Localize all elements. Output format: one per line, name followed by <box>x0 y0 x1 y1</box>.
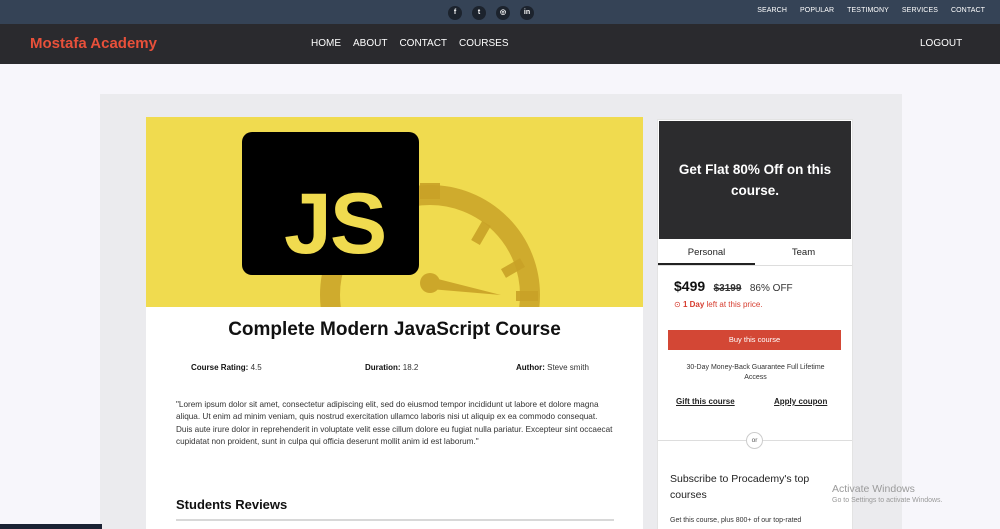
activate-windows-watermark: Activate Windows Go to Settings to activ… <box>832 483 943 504</box>
top-links: SEARCH POPULAR TESTIMONY SERVICES CONTAC… <box>757 7 985 14</box>
course-title: Complete Modern JavaScript Course <box>228 319 561 340</box>
original-price: $3199 <box>713 283 742 294</box>
watermark-line1: Activate Windows <box>832 483 915 495</box>
main-navbar: Mostafa Academy HOME ABOUT CONTACT COURS… <box>0 24 1000 64</box>
price-block: $499 $3199 86% OFF <box>674 278 793 296</box>
author-label: Author: <box>516 363 545 372</box>
course-hero-image: JS <box>146 117 643 307</box>
top-link-testimony[interactable]: TESTIMONY <box>847 7 889 14</box>
author-value: Steve smith <box>547 363 589 372</box>
reviews-heading: Students Reviews <box>176 497 288 512</box>
facebook-icon[interactable]: f <box>448 6 462 20</box>
reviews-divider <box>176 519 614 521</box>
discount-percent: 86% OFF <box>749 283 793 294</box>
apply-coupon-link[interactable]: Apply coupon <box>774 397 827 406</box>
course-card: JS Complete Modern JavaScript Course Cou… <box>146 117 643 529</box>
top-link-contact[interactable]: CONTACT <box>951 7 985 14</box>
nav-home[interactable]: HOME <box>311 38 341 49</box>
top-link-services[interactable]: SERVICES <box>902 7 938 14</box>
urgency-text: left at this price. <box>704 300 763 309</box>
duration-label: Duration: <box>365 363 401 372</box>
tab-team[interactable]: Team <box>755 242 852 265</box>
nav-contact[interactable]: CONTACT <box>399 38 447 49</box>
social-links: f t ◎ in <box>448 6 534 20</box>
subscribe-text: Get this course, plus 800+ of our top-ra… <box>670 517 802 524</box>
linkedin-icon[interactable]: in <box>520 6 534 20</box>
course-rating: Course Rating: 4.5 <box>191 363 262 372</box>
watermark-line2: Go to Settings to activate Windows. <box>832 497 943 504</box>
current-price: $499 <box>674 278 706 294</box>
clock-icon: ⊙ <box>674 300 681 309</box>
nav-courses[interactable]: COURSES <box>459 38 508 49</box>
js-logo-text: JS <box>284 176 387 272</box>
urgency-note: ⊙ 1 Day left at this price. <box>674 300 763 309</box>
guarantee-text: 30-Day Money-Back Guarantee Full Lifetim… <box>686 364 825 381</box>
course-description: "Lorem ipsum dolor sit amet, consectetur… <box>176 400 613 446</box>
duration-value: 18.2 <box>402 363 419 372</box>
pricing-tabs: Personal Team <box>658 242 852 266</box>
nav-about[interactable]: ABOUT <box>353 38 387 49</box>
logout-button[interactable]: LOGOUT <box>920 38 962 49</box>
top-link-popular[interactable]: POPULAR <box>800 7 834 14</box>
course-author: Author: Steve smith <box>516 363 589 372</box>
main-nav: HOME ABOUT CONTACT COURSES <box>311 38 509 49</box>
brand-logo[interactable]: Mostafa Academy <box>30 35 157 52</box>
promo-banner: Get Flat 80% Off on this course. <box>659 121 851 239</box>
top-bar: f t ◎ in SEARCH POPULAR TESTIMONY SERVIC… <box>0 0 1000 24</box>
top-link-search[interactable]: SEARCH <box>757 7 787 14</box>
twitter-icon[interactable]: t <box>472 6 486 20</box>
subscribe-heading: Subscribe to Procademy's top courses <box>670 473 810 501</box>
course-duration: Duration: 18.2 <box>365 363 418 372</box>
rating-value: 4.5 <box>250 363 262 372</box>
purchase-card: Get Flat 80% Off on this course. Persona… <box>657 119 853 529</box>
gift-course-link[interactable]: Gift this course <box>676 397 735 406</box>
instagram-icon[interactable]: ◎ <box>496 6 510 20</box>
urgency-days: 1 Day <box>682 300 705 309</box>
or-badge: or <box>746 432 763 449</box>
buy-course-button[interactable]: Buy this course <box>668 330 841 350</box>
tab-personal[interactable]: Personal <box>658 242 755 265</box>
taskbar-edge <box>0 524 102 529</box>
rating-label: Course Rating: <box>191 363 249 372</box>
